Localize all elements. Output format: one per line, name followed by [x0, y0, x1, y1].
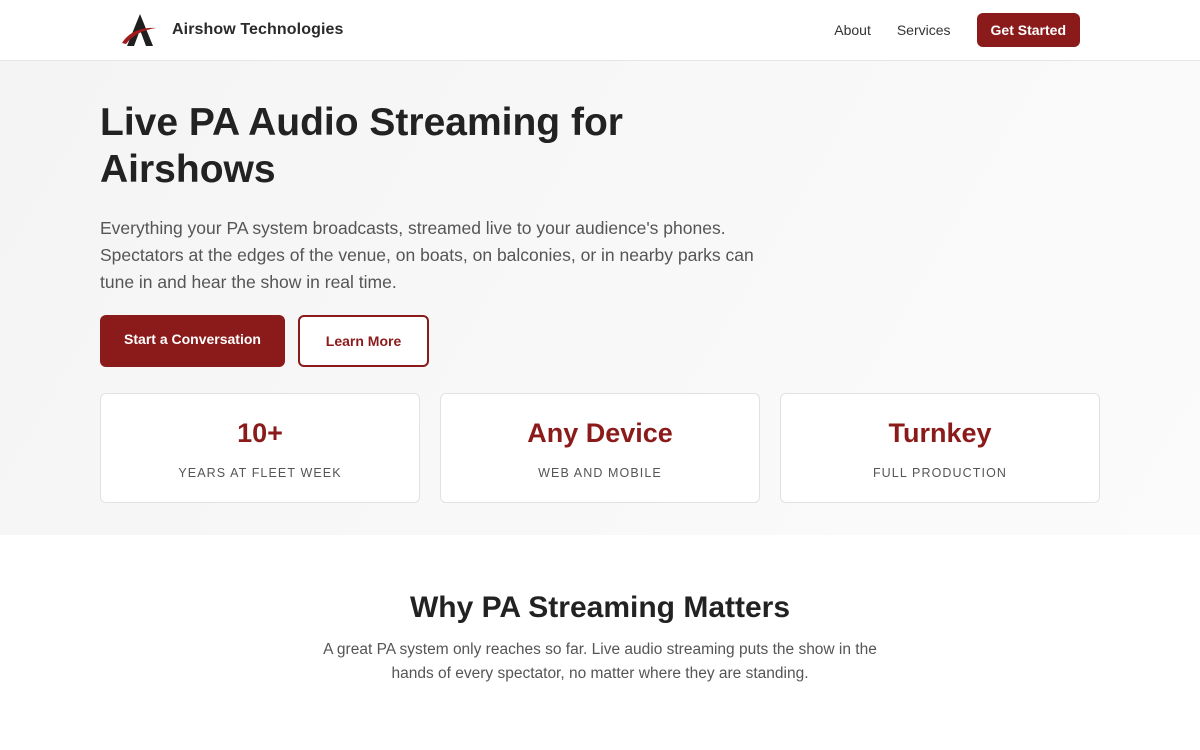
hero-section: Live PA Audio Streaming for Airshows Eve… — [0, 61, 1200, 535]
stat-label: YEARS AT FLEET WEEK — [178, 466, 342, 480]
stat-label: FULL PRODUCTION — [872, 466, 1008, 480]
stat-value: Any Device — [527, 418, 673, 448]
start-conversation-button[interactable]: Start a Conversation — [100, 315, 285, 367]
learn-more-button[interactable]: Learn More — [298, 315, 429, 367]
stat-value: Turnkey — [888, 418, 992, 448]
why-section: Why PA Streaming Matters A great PA syst… — [0, 535, 1200, 750]
stat-card-turnkey: Turnkey FULL PRODUCTION — [780, 393, 1100, 503]
stat-value: 10+ — [237, 418, 283, 448]
why-description: A great PA system only reaches so far. L… — [323, 641, 877, 682]
nav-link-services[interactable]: Services — [897, 22, 951, 38]
stat-card-years: 10+ YEARS AT FLEET WEEK — [100, 393, 420, 503]
stats-row: 10+ YEARS AT FLEET WEEK Any Device WEB A… — [100, 393, 1100, 503]
main-nav: About Services Get Started — [834, 13, 1080, 47]
nav-link-about[interactable]: About — [834, 22, 871, 38]
get-started-button[interactable]: Get Started — [976, 13, 1080, 47]
airplane-logo-icon — [120, 13, 158, 47]
hero-description: Everything your PA system broadcasts, st… — [100, 218, 754, 292]
why-title: Why PA Streaming Matters — [409, 591, 791, 624]
site-header: Airshow Technologies About Services Get … — [0, 0, 1200, 61]
stat-label: WEB AND MOBILE — [538, 466, 662, 480]
brand-name: Airshow Technologies — [172, 21, 344, 38]
brand[interactable]: Airshow Technologies — [120, 12, 344, 48]
stat-card-device: Any Device WEB AND MOBILE — [440, 393, 760, 503]
hero-title: Live PA Audio Streaming for Airshows — [100, 101, 623, 191]
